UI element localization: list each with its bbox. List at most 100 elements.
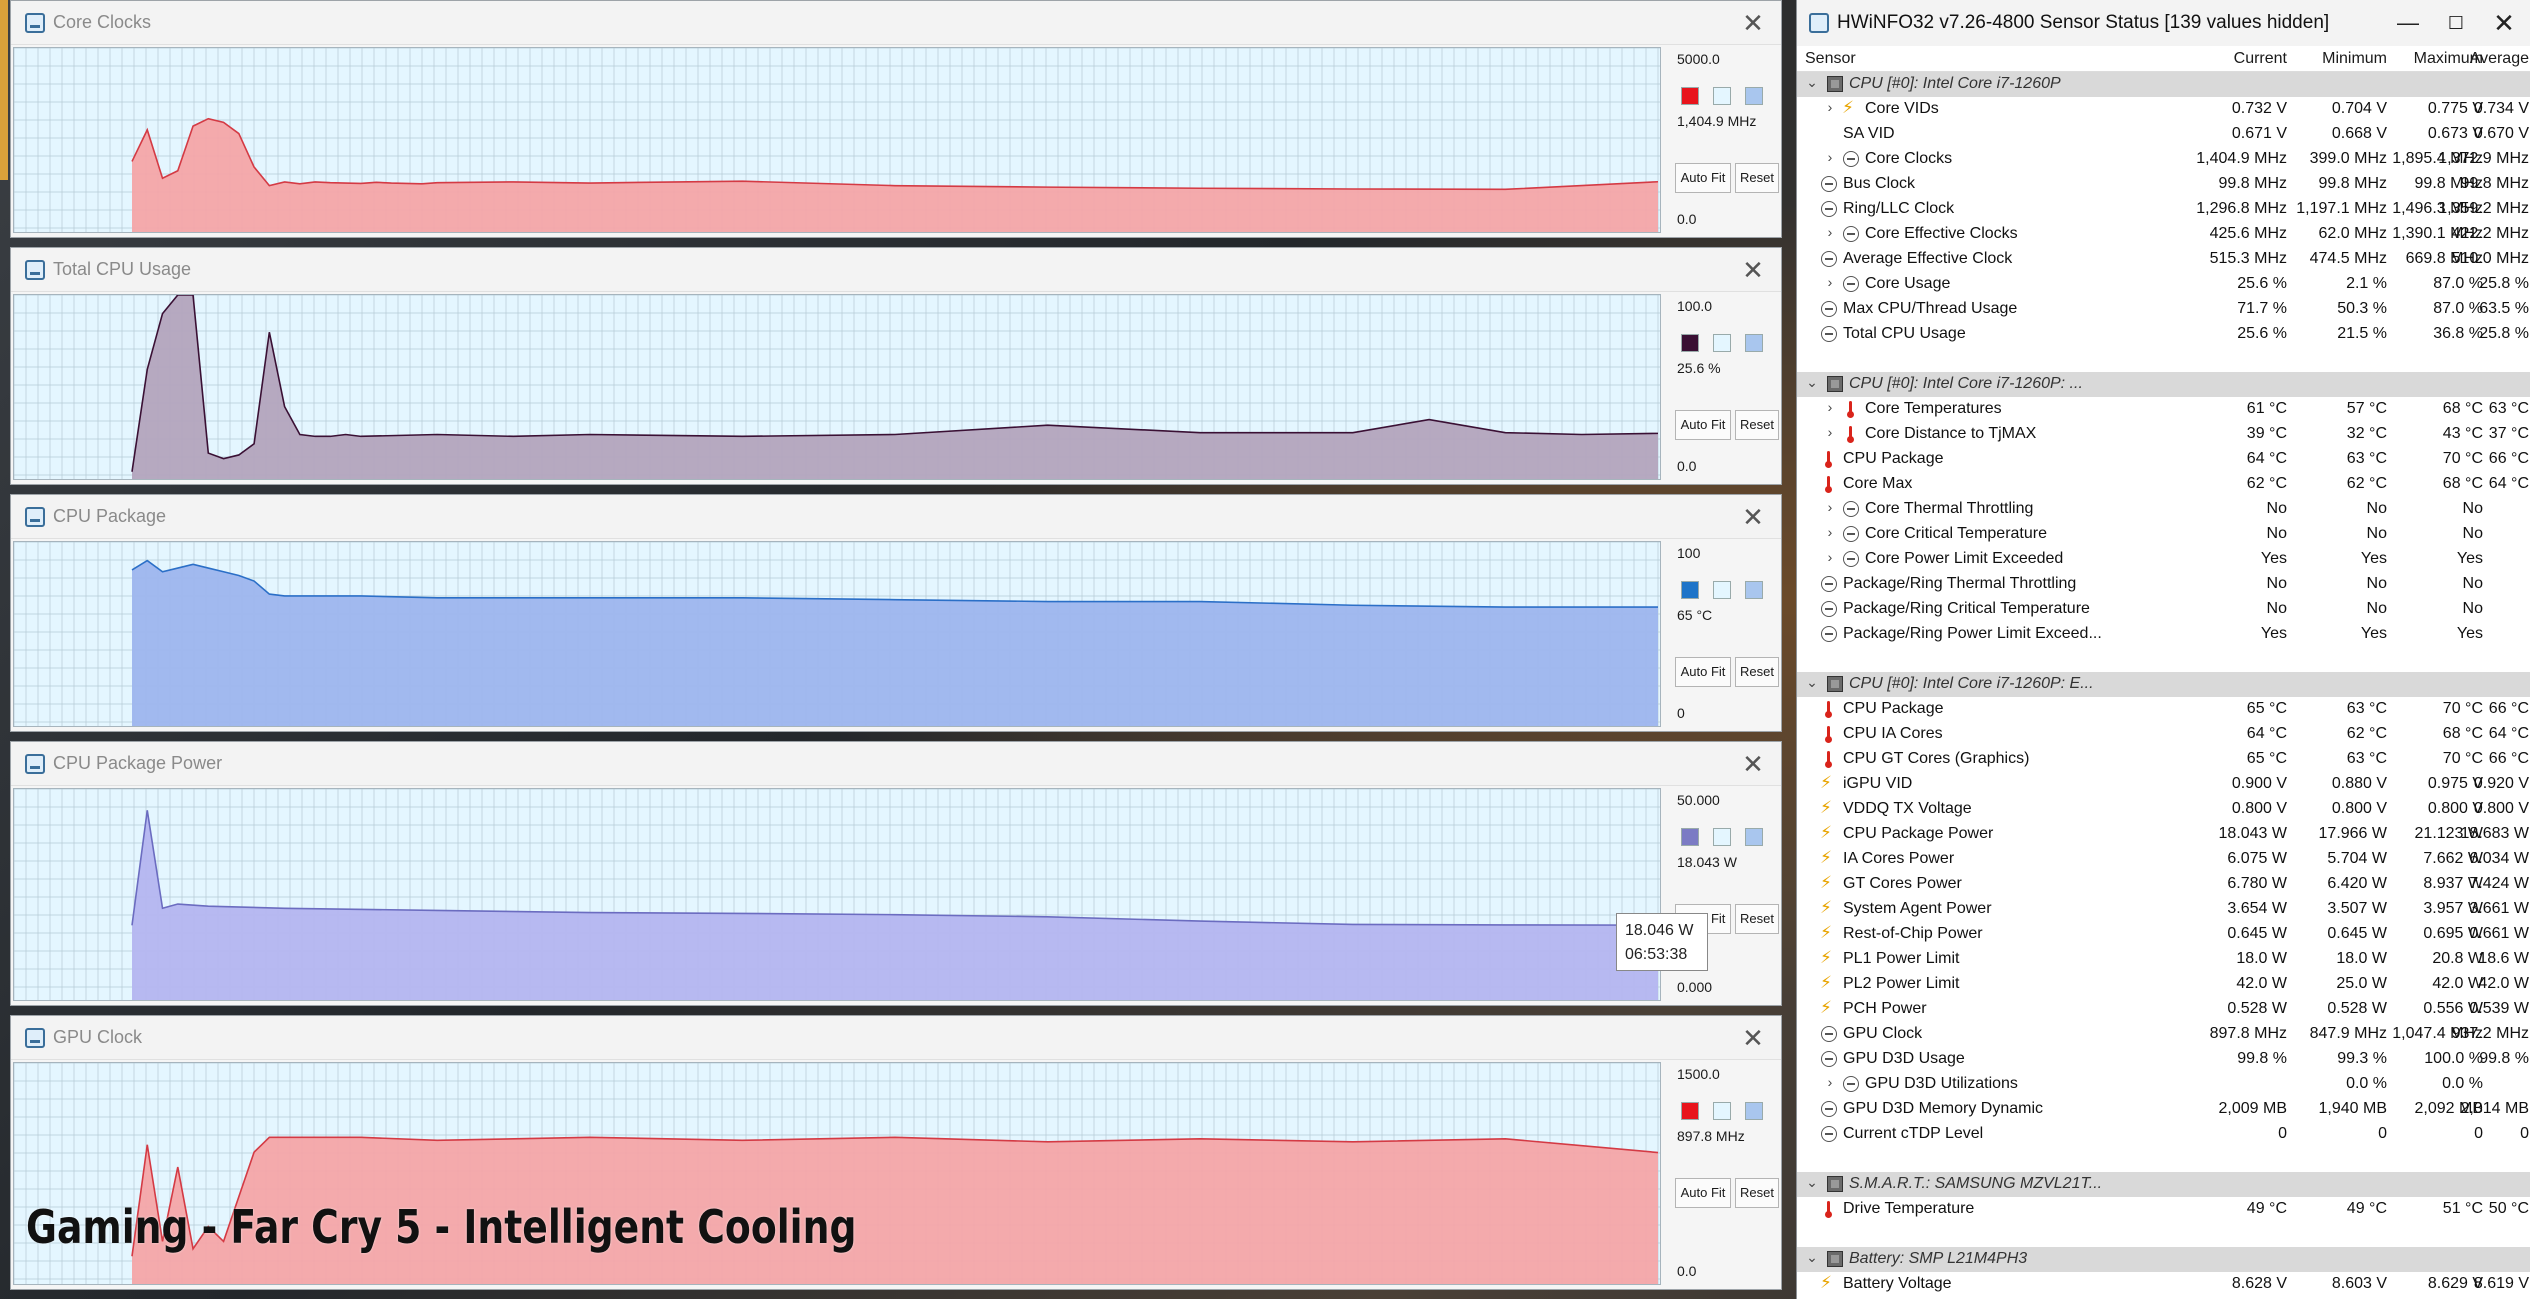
sensor-row[interactable]: CPU Package 65 °C 63 °C 70 °C 66 °C bbox=[1797, 697, 2530, 722]
reset-button[interactable]: Reset bbox=[1735, 657, 1779, 687]
graph-window-titlebar[interactable]: CPU Package ✕ bbox=[11, 495, 1781, 539]
series-color-swatch[interactable] bbox=[1681, 581, 1699, 599]
series-color-swatch[interactable] bbox=[1681, 87, 1699, 105]
grid-color-swatch[interactable] bbox=[1745, 1102, 1763, 1120]
sensor-row[interactable]: CPU GT Cores (Graphics) 65 °C 63 °C 70 °C 66… bbox=[1797, 747, 2530, 772]
sensor-row[interactable]: System Agent Power3.654 W3.507 W3.957 W3… bbox=[1797, 897, 2530, 922]
sensor-row[interactable]: Total CPU Usage 25.6 % 21.5 % 36.8 % 25.8 % bbox=[1797, 322, 2530, 347]
background-color-swatch[interactable] bbox=[1713, 828, 1731, 846]
sensor-row[interactable]: GT Cores Power6.780 W6.420 W8.937 W7.424… bbox=[1797, 872, 2530, 897]
sensor-row[interactable]: Rest-of-Chip Power0.645 W0.645 W0.695 W0… bbox=[1797, 922, 2530, 947]
chevron-right-icon[interactable]: › bbox=[1823, 399, 1837, 415]
sensor-row[interactable]: Ring/LLC Clock 1,296.8 MHz 1,197.1 MHz 1,49… bbox=[1797, 197, 2530, 222]
chevron-right-icon[interactable]: › bbox=[1823, 149, 1837, 165]
sensor-row[interactable]: GPU D3D Usage 99.8 % 99.3 % 100.0 % 99.8 % bbox=[1797, 1047, 2530, 1072]
reset-button[interactable]: Reset bbox=[1735, 410, 1779, 440]
sensor-group-row[interactable]: ⌄ CPU [#0]: Intel Core i7-1260P: E... bbox=[1797, 672, 2530, 697]
sensor-row[interactable]: Package/Ring Thermal Throttling No No No bbox=[1797, 572, 2530, 597]
reset-button[interactable]: Reset bbox=[1735, 1178, 1779, 1208]
graph-window-titlebar[interactable]: CPU Package Power ✕ bbox=[11, 742, 1781, 786]
grid-color-swatch[interactable] bbox=[1745, 87, 1763, 105]
graph-window-titlebar[interactable]: Core Clocks ✕ bbox=[11, 1, 1781, 45]
sensor-row[interactable]: Core Max 62 °C 62 °C 68 °C 64 °C bbox=[1797, 472, 2530, 497]
sensor-group-row[interactable]: ⌄ Battery: SMP L21M4PH3 bbox=[1797, 1247, 2530, 1272]
minimize-button[interactable]: — bbox=[2386, 6, 2430, 40]
chevron-right-icon[interactable]: › bbox=[1823, 1074, 1837, 1090]
grid-color-swatch[interactable] bbox=[1745, 581, 1763, 599]
auto-fit-button[interactable]: Auto Fit bbox=[1675, 410, 1731, 440]
background-color-swatch[interactable] bbox=[1713, 334, 1731, 352]
chevron-down-icon[interactable]: ⌄ bbox=[1805, 374, 1819, 391]
graph-window-titlebar[interactable]: GPU Clock ✕ bbox=[11, 1016, 1781, 1060]
sensor-row[interactable]: › Core Effective Clocks 425.6 MHz 62.0 MHz 1… bbox=[1797, 222, 2530, 247]
sensor-row[interactable]: › Core Distance to TjMAX 39 °C 32 °C 43 °C 37… bbox=[1797, 422, 2530, 447]
column-header-average[interactable]: Average bbox=[2419, 50, 2529, 68]
chevron-down-icon[interactable]: ⌄ bbox=[1805, 674, 1819, 691]
sensor-row[interactable]: Bus Clock 99.8 MHz 99.8 MHz 99.8 MHz 99.8 MH… bbox=[1797, 172, 2530, 197]
sensor-row[interactable]: › GPU D3D Utilizations 0.0 % 0.0 % bbox=[1797, 1072, 2530, 1097]
sensor-row[interactable]: Drive Temperature 49 °C 49 °C 51 °C 50 °C bbox=[1797, 1197, 2530, 1222]
series-color-swatch[interactable] bbox=[1681, 334, 1699, 352]
sensor-group-row[interactable]: ⌄ CPU [#0]: Intel Core i7-1260P bbox=[1797, 72, 2530, 97]
sensor-row[interactable]: PL2 Power Limit42.0 W25.0 W42.0 W42.0 W bbox=[1797, 972, 2530, 997]
sensor-row[interactable]: GPU Clock 897.8 MHz 847.9 MHz 1,047.4 MHz 93… bbox=[1797, 1022, 2530, 1047]
chevron-right-icon[interactable]: › bbox=[1823, 274, 1837, 290]
close-button[interactable]: ✕ bbox=[2482, 6, 2526, 40]
sensor-row[interactable]: › Core Power Limit Exceeded Yes Yes Yes bbox=[1797, 547, 2530, 572]
auto-fit-button[interactable]: Auto Fit bbox=[1675, 657, 1731, 687]
close-icon[interactable]: ✕ bbox=[1737, 501, 1769, 533]
sensor-row[interactable]: Package/Ring Power Limit Exceed... Yes Yes… bbox=[1797, 622, 2530, 647]
chevron-down-icon[interactable]: ⌄ bbox=[1805, 74, 1819, 91]
background-color-swatch[interactable] bbox=[1713, 87, 1731, 105]
column-header-sensor[interactable]: Sensor bbox=[1805, 50, 1856, 68]
sensor-row[interactable]: Max CPU/Thread Usage 71.7 % 50.3 % 87.0 % 63… bbox=[1797, 297, 2530, 322]
sensor-row[interactable]: › Core Usage 25.6 % 2.1 % 87.0 % 25.8 % bbox=[1797, 272, 2530, 297]
reset-button[interactable]: Reset bbox=[1735, 904, 1779, 934]
sensor-row[interactable]: SA VID 0.671 V 0.668 V 0.673 V 0.670 V bbox=[1797, 122, 2530, 147]
sensor-row[interactable]: iGPU VID0.900 V0.880 V0.975 V0.920 V bbox=[1797, 772, 2530, 797]
chevron-right-icon[interactable]: › bbox=[1823, 224, 1837, 240]
chevron-right-icon[interactable]: › bbox=[1823, 499, 1837, 515]
chevron-down-icon[interactable]: ⌄ bbox=[1805, 1249, 1819, 1266]
sensor-row[interactable]: IA Cores Power6.075 W5.704 W7.662 W6.034… bbox=[1797, 847, 2530, 872]
sensor-row[interactable]: PCH Power0.528 W0.528 W0.556 W0.539 W bbox=[1797, 997, 2530, 1022]
sensor-row[interactable]: CPU IA Cores 64 °C 62 °C 68 °C 64 °C bbox=[1797, 722, 2530, 747]
graph-window-titlebar[interactable]: Total CPU Usage ✕ bbox=[11, 248, 1781, 292]
column-header-minimum[interactable]: Minimum bbox=[2277, 50, 2387, 68]
sensor-window-titlebar[interactable]: HWiNFO32 v7.26-4800 Sensor Status [139 v… bbox=[1797, 0, 2530, 46]
reset-button[interactable]: Reset bbox=[1735, 163, 1779, 193]
series-color-swatch[interactable] bbox=[1681, 1102, 1699, 1120]
sensor-row[interactable]: GPU D3D Memory Dynamic 2,009 MB 1,940 MB 2,… bbox=[1797, 1097, 2530, 1122]
background-color-swatch[interactable] bbox=[1713, 1102, 1731, 1120]
sensor-group-row[interactable]: ⌄ CPU [#0]: Intel Core i7-1260P: ... bbox=[1797, 372, 2530, 397]
column-header-current[interactable]: Current bbox=[2177, 50, 2287, 68]
sensor-row[interactable]: VDDQ TX Voltage0.800 V0.800 V0.800 V0.80… bbox=[1797, 797, 2530, 822]
sensor-row[interactable]: Package/Ring Critical Temperature No No No bbox=[1797, 597, 2530, 622]
maximize-button[interactable]: ☐ bbox=[2434, 6, 2478, 40]
series-color-swatch[interactable] bbox=[1681, 828, 1699, 846]
sensor-row[interactable]: › Core Thermal Throttling No No No bbox=[1797, 497, 2530, 522]
sensor-row[interactable]: Battery Voltage8.628 V8.603 V8.629 V8.61… bbox=[1797, 1272, 2530, 1297]
close-icon[interactable]: ✕ bbox=[1737, 748, 1769, 780]
sensor-row[interactable]: CPU Package Power18.043 W17.966 W21.123 … bbox=[1797, 822, 2530, 847]
sensor-row[interactable]: PL1 Power Limit18.0 W18.0 W20.8 W18.6 W bbox=[1797, 947, 2530, 972]
close-icon[interactable]: ✕ bbox=[1737, 1022, 1769, 1054]
sensor-row[interactable]: › Core Temperatures 61 °C 57 °C 68 °C 63 °C bbox=[1797, 397, 2530, 422]
chevron-right-icon[interactable]: › bbox=[1823, 99, 1837, 115]
sensor-group-row[interactable]: ⌄ S.M.A.R.T.: SAMSUNG MZVL21T... bbox=[1797, 1172, 2530, 1197]
close-icon[interactable]: ✕ bbox=[1737, 254, 1769, 286]
sensor-row[interactable]: › Core Critical Temperature No No No bbox=[1797, 522, 2530, 547]
sensor-row[interactable]: Current cTDP Level 0 0 0 0 bbox=[1797, 1122, 2530, 1147]
close-icon[interactable]: ✕ bbox=[1737, 7, 1769, 39]
chevron-right-icon[interactable]: › bbox=[1823, 524, 1837, 540]
grid-color-swatch[interactable] bbox=[1745, 828, 1763, 846]
grid-color-swatch[interactable] bbox=[1745, 334, 1763, 352]
chevron-down-icon[interactable]: ⌄ bbox=[1805, 1174, 1819, 1191]
sensor-row[interactable]: ›Core VIDs0.732 V0.704 V0.775 V0.734 V bbox=[1797, 97, 2530, 122]
sensor-row[interactable]: CPU Package 64 °C 63 °C 70 °C 66 °C bbox=[1797, 447, 2530, 472]
sensor-row[interactable]: Average Effective Clock 515.3 MHz 474.5 MH… bbox=[1797, 247, 2530, 272]
auto-fit-button[interactable]: Auto Fit bbox=[1675, 163, 1731, 193]
chevron-right-icon[interactable]: › bbox=[1823, 424, 1837, 440]
chevron-right-icon[interactable]: › bbox=[1823, 549, 1837, 565]
background-color-swatch[interactable] bbox=[1713, 581, 1731, 599]
